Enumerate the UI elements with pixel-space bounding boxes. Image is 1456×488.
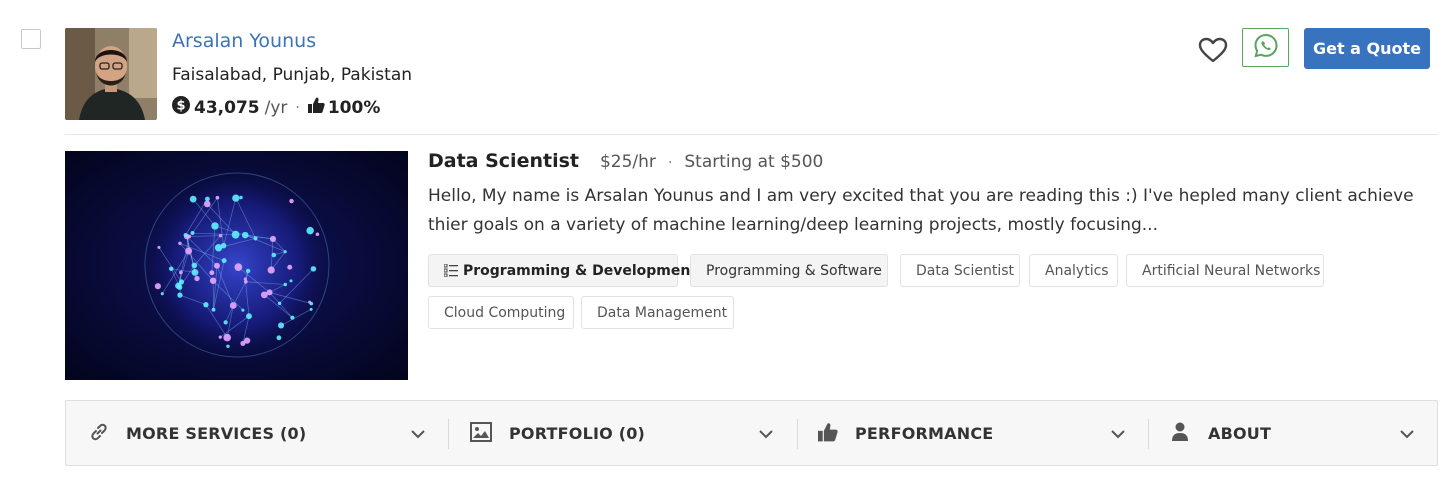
tab-label: PORTFOLIO (0) — [509, 423, 646, 443]
earnings-value: 43,075 — [194, 97, 260, 118]
earnings-unit: /yr — [264, 97, 288, 118]
tag-analytics[interactable]: Analytics — [1029, 254, 1118, 287]
thumbs-up-icon — [307, 97, 325, 118]
service-header: Data Scientist $25/hr · Starting at $500 — [428, 150, 823, 172]
freelancer-name[interactable]: Arsalan Younus — [172, 30, 316, 52]
freelancer-stats: $ 43,075 /yr · 100% — [172, 96, 380, 119]
whatsapp-icon — [1253, 33, 1279, 63]
chevron-down-icon — [409, 425, 427, 443]
service-title[interactable]: Data Scientist — [428, 150, 579, 172]
tab-portfolio[interactable]: PORTFOLIO (0) — [449, 401, 797, 465]
list-icon — [444, 264, 458, 277]
stats-separator: · — [295, 99, 300, 116]
select-checkbox[interactable] — [21, 29, 41, 49]
tag-programming-development[interactable]: Programming & Development — [428, 254, 697, 287]
get-quote-button[interactable]: Get a Quote — [1304, 28, 1430, 69]
tab-more-services[interactable]: MORE SERVICES (0) — [66, 401, 448, 465]
user-icon — [1172, 422, 1188, 446]
avatar[interactable] — [65, 28, 157, 120]
chevron-down-icon — [757, 425, 775, 443]
divider — [65, 134, 1438, 135]
tab-label: MORE SERVICES (0) — [126, 423, 307, 443]
freelancer-card: Arsalan Younus Faisalabad, Punjab, Pakis… — [0, 0, 1456, 488]
tag-data-management[interactable]: Data Management — [581, 296, 734, 329]
chevron-down-icon — [1398, 425, 1416, 443]
service-description: Hello, My name is Arsalan Younus and I a… — [428, 186, 1414, 235]
favorite-heart-icon[interactable] — [1198, 36, 1228, 64]
svg-text:$: $ — [176, 99, 185, 114]
tag-data-scientist[interactable]: Data Scientist — [900, 254, 1020, 287]
tab-about[interactable]: ABOUT — [1149, 401, 1437, 465]
image-icon — [470, 422, 492, 446]
rating-value: 100% — [327, 97, 381, 118]
tag-cloud-computing[interactable]: Cloud Computing — [428, 296, 574, 329]
tab-label: PERFORMANCE — [855, 423, 994, 443]
tag-artificial-neural-networks[interactable]: Artificial Neural Networks — [1126, 254, 1324, 287]
tag-programming-software[interactable]: Programming & Software — [690, 254, 888, 287]
service-starting-price: Starting at $500 — [684, 152, 824, 172]
tag-label: Programming & Development — [463, 262, 697, 279]
freelancer-location: Faisalabad, Punjab, Pakistan — [172, 65, 413, 85]
service-separator: · — [667, 155, 673, 171]
tab-performance[interactable]: PERFORMANCE — [798, 401, 1148, 465]
whatsapp-button[interactable] — [1242, 28, 1289, 67]
tab-label: ABOUT — [1208, 423, 1272, 443]
dollar-icon: $ — [172, 96, 190, 119]
chevron-down-icon — [1109, 425, 1127, 443]
service-rate: $25/hr — [599, 152, 656, 172]
thumbs-up-icon — [818, 422, 838, 446]
link-icon — [89, 422, 109, 446]
details-tab-bar: MORE SERVICES (0) PORTFOLIO (0) PERFORMA… — [65, 400, 1438, 466]
service-image[interactable] — [65, 151, 408, 380]
